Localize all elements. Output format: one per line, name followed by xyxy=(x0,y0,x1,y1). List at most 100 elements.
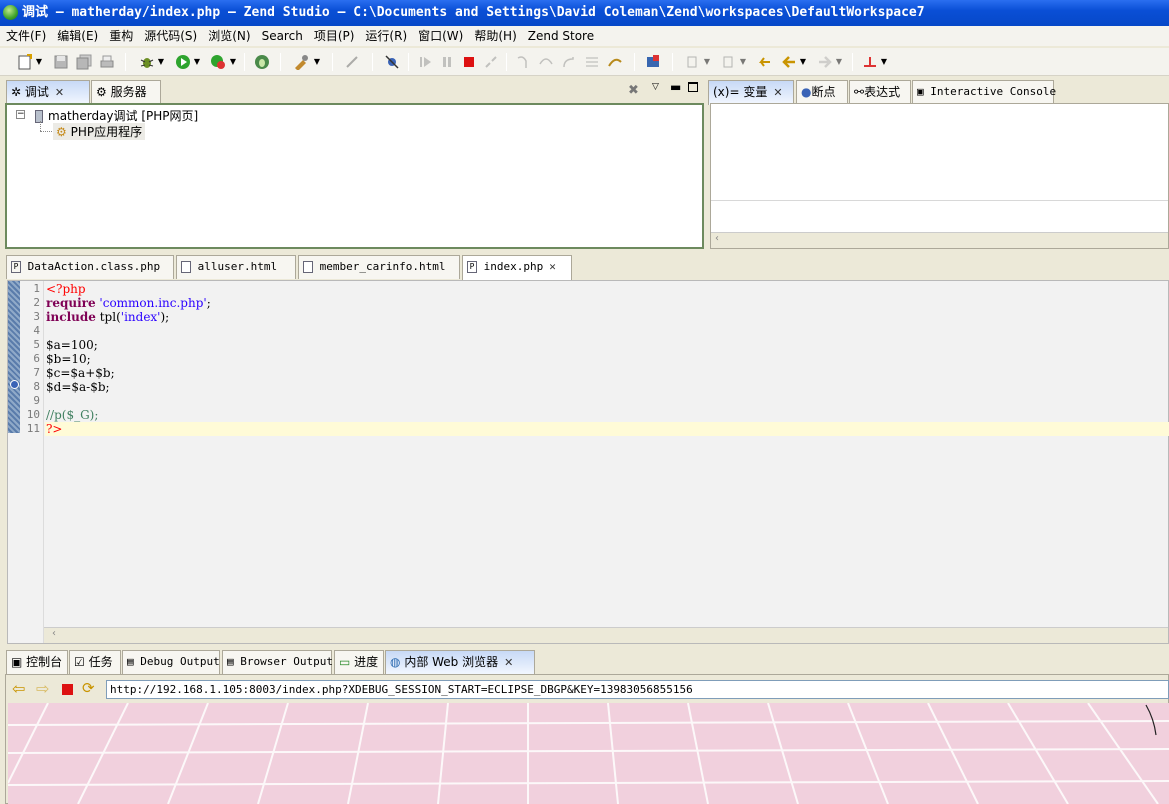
php-file-icon: P xyxy=(467,261,477,273)
save-icon[interactable] xyxy=(52,53,70,71)
chevron-down-icon[interactable]: ▼ xyxy=(228,53,238,71)
debug-url-icon[interactable] xyxy=(253,53,271,71)
chevron-down-icon[interactable]: ▼ xyxy=(192,53,202,71)
tree-launch-item[interactable]: matherday调试 [PHP网页] xyxy=(35,107,198,124)
horizontal-scrollbar[interactable]: ‹ xyxy=(711,232,1168,248)
maximize-icon[interactable] xyxy=(688,82,698,92)
window-title: 调试 — matherday/index.php — Zend Studio —… xyxy=(22,5,925,20)
menu-search[interactable]: Search xyxy=(256,26,308,46)
back-icon[interactable] xyxy=(780,53,798,71)
breakpoint-marker-icon[interactable] xyxy=(10,380,19,389)
open-perspective-icon[interactable] xyxy=(644,53,662,71)
run-icon[interactable] xyxy=(174,53,192,71)
tab-console[interactable]: ▣ 控制台 xyxy=(6,650,68,674)
chevron-down-icon[interactable]: ▼ xyxy=(34,53,44,71)
browser-stop-icon[interactable] xyxy=(62,684,73,695)
close-icon[interactable]: ✕ xyxy=(55,86,64,99)
tab-variables[interactable]: (x)= 变量 ✕ xyxy=(708,80,794,105)
skip-breakpoints-icon[interactable] xyxy=(343,53,361,71)
code-editor[interactable]: 1 2 3 4 5 6 7 8 9 10 11 <?php require 'c… xyxy=(7,280,1169,644)
chevron-down-icon[interactable]: ▼ xyxy=(156,53,166,71)
tab-debug[interactable]: ✲ 调试 ✕ xyxy=(6,80,90,105)
menu-refactor[interactable]: 重构 xyxy=(103,26,138,46)
menu-run[interactable]: 运行(R) xyxy=(359,26,412,46)
minimize-icon[interactable]: ▬ xyxy=(670,80,681,94)
profile-icon[interactable] xyxy=(209,53,227,71)
forward-icon[interactable] xyxy=(816,53,834,71)
print-icon[interactable] xyxy=(98,53,116,71)
chevron-left-icon[interactable]: ‹ xyxy=(715,233,719,244)
code-line: require 'common.inc.php'; xyxy=(46,296,211,310)
horizontal-scrollbar[interactable]: ‹ xyxy=(44,627,1168,643)
new-icon[interactable] xyxy=(16,53,34,71)
window-titlebar[interactable]: 调试 — matherday/index.php — Zend Studio —… xyxy=(0,0,1169,26)
close-icon[interactable]: ✕ xyxy=(504,656,513,669)
line-number-ruler: 1 2 3 4 5 6 7 8 9 10 11 xyxy=(20,281,44,643)
use-step-filters-icon[interactable] xyxy=(606,53,624,71)
chevron-down-icon[interactable]: ▼ xyxy=(879,53,889,71)
browser-url-field[interactable]: http://192.168.1.105:8003/index.php?XDEB… xyxy=(106,680,1169,699)
suspend-icon[interactable] xyxy=(438,53,456,71)
menu-zend-store[interactable]: Zend Store xyxy=(522,26,599,46)
tab-interactive-console[interactable]: ▣ Interactive Console xyxy=(912,80,1056,104)
progress-icon: ▭ xyxy=(339,655,351,669)
previous-annotation-icon[interactable] xyxy=(720,53,738,71)
tab-internal-browser[interactable]: ◍ 内部 Web 浏览器 ✕ xyxy=(385,650,535,675)
tab-tasks[interactable]: ☑ 任务 xyxy=(69,650,121,674)
remove-terminated-icon[interactable]: ✖ xyxy=(628,83,639,98)
browser-viewport[interactable] xyxy=(8,703,1169,804)
tab-expressions[interactable]: ⚯表达式 xyxy=(849,80,911,104)
tab-dataaction[interactable]: P DataAction.class.php xyxy=(6,255,174,279)
line-number: 8 xyxy=(33,380,40,393)
step-return-icon[interactable] xyxy=(560,53,578,71)
run-tool-icon[interactable] xyxy=(861,53,879,71)
code-line: ?> xyxy=(46,422,63,436)
browser-back-icon[interactable]: ⇦ xyxy=(12,681,25,697)
save-all-icon[interactable] xyxy=(75,53,93,71)
menu-help[interactable]: 帮助(H) xyxy=(468,26,521,46)
tab-progress[interactable]: ▭ 进度 xyxy=(334,650,384,674)
next-annotation-icon[interactable] xyxy=(684,53,702,71)
disconnect-icon[interactable] xyxy=(482,53,500,71)
line-number: 9 xyxy=(33,394,40,407)
close-icon[interactable]: ✕ xyxy=(549,260,556,273)
terminate-icon[interactable] xyxy=(460,53,478,71)
chevron-down-icon[interactable]: ▼ xyxy=(738,53,748,71)
skip-all-breakpoints-icon[interactable] xyxy=(383,53,401,71)
current-line-highlight xyxy=(45,422,1169,436)
chevron-down-icon[interactable]: ▼ xyxy=(312,53,322,71)
external-tools-icon[interactable] xyxy=(292,53,310,71)
menu-window[interactable]: 窗口(W) xyxy=(412,26,468,46)
variables-panel: ‹ xyxy=(710,103,1169,249)
chevron-left-icon[interactable]: ‹ xyxy=(52,628,56,639)
chevron-down-icon[interactable]: ▼ xyxy=(702,53,712,71)
tree-php-app-item[interactable]: ⚙ PHP应用程序 xyxy=(53,123,146,140)
browser-forward-icon[interactable]: ⇨ xyxy=(36,681,49,697)
menu-source[interactable]: 源代码(S) xyxy=(138,26,202,46)
menu-file[interactable]: 文件(F) xyxy=(0,26,51,46)
debug-icon[interactable] xyxy=(138,53,156,71)
tab-alluser[interactable]: alluser.html xyxy=(176,255,296,279)
tab-debug-output[interactable]: ▤ Debug Output xyxy=(122,650,220,674)
last-edit-location-icon[interactable] xyxy=(755,53,773,71)
tab-member-carinfo[interactable]: member_carinfo.html xyxy=(298,255,460,279)
tab-breakpoints[interactable]: ●断点 xyxy=(796,80,848,104)
code-line: <?php xyxy=(46,282,86,296)
tab-browser-output[interactable]: ▤ Browser Output xyxy=(222,650,333,674)
chevron-down-icon[interactable]: ▼ xyxy=(834,53,844,71)
close-icon[interactable]: ✕ xyxy=(773,86,782,99)
resume-icon[interactable] xyxy=(416,53,434,71)
collapse-toggle[interactable]: − xyxy=(16,110,25,119)
browser-refresh-icon[interactable]: ⟳ xyxy=(82,680,95,696)
line-number: 10 xyxy=(26,408,40,421)
step-into-icon[interactable] xyxy=(514,53,532,71)
chevron-down-icon[interactable]: ▼ xyxy=(798,53,808,71)
step-over-icon[interactable] xyxy=(537,53,555,71)
menu-edit[interactable]: 编辑(E) xyxy=(51,26,103,46)
menu-project[interactable]: 项目(P) xyxy=(308,26,360,46)
drop-to-frame-icon[interactable] xyxy=(583,53,601,71)
tab-index-php[interactable]: P index.php ✕ xyxy=(462,255,572,280)
view-menu-icon[interactable]: ▽ xyxy=(652,82,659,92)
menu-navigate[interactable]: 浏览(N) xyxy=(202,26,255,46)
tab-servers[interactable]: ⚙ 服务器 xyxy=(91,80,161,104)
